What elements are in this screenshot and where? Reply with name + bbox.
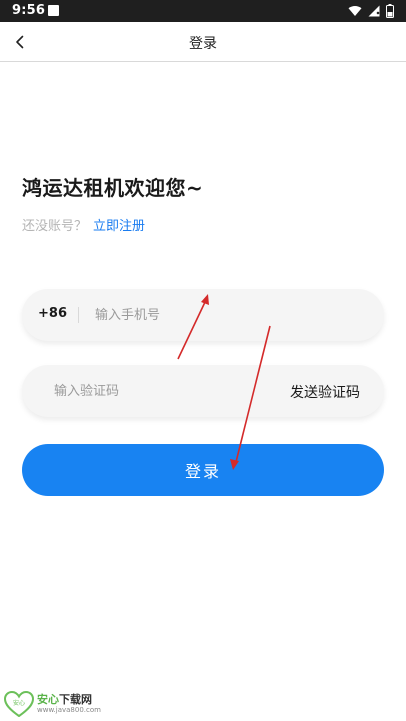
annotation-arrows: [177, 294, 271, 470]
heart-icon: 安心: [3, 690, 35, 718]
notification-icon: [48, 5, 59, 16]
watermark-logo: 安心: [3, 690, 35, 718]
watermark-url: www.java800.com: [37, 706, 101, 714]
verification-code-field: 发送验证码: [22, 365, 384, 417]
watermark-text: 安心下载网 www.java800.com: [37, 693, 101, 715]
status-time: 9:56: [12, 3, 46, 18]
battery-icon: [386, 4, 394, 18]
register-row: 还没账号？ 立即注册: [22, 215, 145, 234]
nav-bar: 登录: [0, 22, 406, 62]
phone-field: +86: [22, 289, 384, 341]
watermark-name: 安心下载网: [37, 693, 92, 706]
send-code-button[interactable]: 发送验证码: [290, 382, 360, 402]
phone-input[interactable]: [95, 289, 365, 341]
welcome-title: 鸿运达租机欢迎您~: [22, 176, 204, 200]
signal-icon: [368, 5, 380, 17]
verification-code-input[interactable]: [54, 365, 274, 417]
status-bar: 9:56: [0, 0, 406, 22]
register-link[interactable]: 立即注册: [93, 219, 145, 234]
wifi-icon: [348, 5, 362, 16]
login-button[interactable]: 登录: [22, 444, 384, 496]
no-account-text: 还没账号？: [22, 219, 88, 234]
watermark: 安心 安心下载网 www.java800.com: [3, 690, 101, 718]
page-title: 登录: [189, 36, 217, 52]
country-code-selector[interactable]: +86: [38, 306, 67, 321]
field-divider: [78, 307, 79, 323]
svg-text:安心: 安心: [13, 699, 25, 707]
status-icons: [348, 4, 394, 18]
